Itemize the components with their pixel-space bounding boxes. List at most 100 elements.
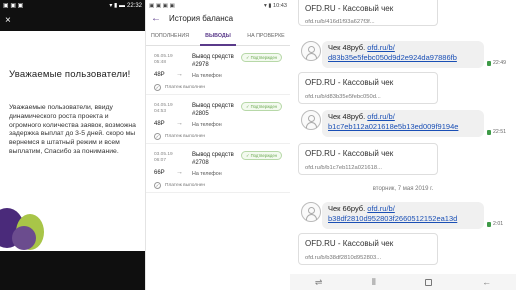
message-link[interactable]: ofd.ru/b/ bbox=[367, 204, 395, 213]
message-text: Чек 48руб. ofd.ru/b/d83b35e5febc050d9d2e… bbox=[328, 43, 457, 63]
avatar-head bbox=[308, 46, 315, 53]
status-badge-label: Подтвержден bbox=[250, 153, 277, 158]
message-link[interactable]: b1c7eb112a021618e5b13ed009f9194e bbox=[328, 122, 458, 131]
status-badge: ✓ Подтвержден bbox=[240, 151, 282, 160]
day-separator: вторник, 7 мая 2019 г. bbox=[372, 186, 434, 192]
operation-destination: На телефон bbox=[192, 72, 222, 79]
sim-icon bbox=[487, 60, 491, 66]
link-preview-card[interactable]: OFD.RU - Кассовый чек ofd.ru/b/b38df2810… bbox=[298, 233, 438, 265]
tab-deposits[interactable]: ПОПОЛНЕНИЯ bbox=[146, 33, 194, 45]
check-circle-icon: ✓ bbox=[154, 84, 161, 91]
status-badge-label: Подтвержден bbox=[250, 104, 277, 109]
operation-datetime: 06.05.19 05:48 bbox=[154, 54, 173, 66]
status-left-icons: ▣ ▣ ▣ bbox=[3, 3, 24, 9]
payment-status-text: Платеж выполнен bbox=[165, 85, 206, 90]
link-preview-card[interactable]: OFD.RU - Кассовый чек ofd.ru/b/416d1f93a… bbox=[298, 0, 438, 26]
message-prefix: Чек 48руб. bbox=[328, 112, 366, 121]
avatar-body bbox=[306, 214, 317, 220]
message-link[interactable]: ofd.ru/b/ bbox=[367, 43, 395, 52]
operation-row[interactable]: 04.05.19 04:53 Вывод средств #2805 ✓ Подтв… bbox=[146, 95, 290, 144]
link-preview-url: ofd.ru/b/b1c7eb112a021618... bbox=[305, 165, 382, 171]
operation-title: Вывод средств #2708 bbox=[192, 152, 234, 167]
message-text: Чек 48руб. ofd.ru/b/b1c7eb112a021618e5b1… bbox=[328, 112, 458, 132]
check-circle-icon: ✓ bbox=[154, 133, 161, 140]
operation-name: Вывод средств bbox=[192, 54, 234, 60]
announcement-title: Уважаемые пользователи! bbox=[9, 69, 131, 80]
close-icon[interactable]: × bbox=[5, 16, 11, 26]
check-circle-icon: ✓ bbox=[154, 182, 161, 189]
message-time-text: 22:51 bbox=[493, 129, 506, 135]
operation-name: Вывод средств bbox=[192, 152, 234, 158]
screenshot-collage: ▣ ▣ ▣ ▾ ▮ ▬ 22:32 × Уважаемые пользовате… bbox=[0, 0, 516, 290]
recent-apps-icon[interactable]: ⫴ bbox=[372, 277, 376, 288]
operation-date: 04.05.19 bbox=[154, 103, 173, 108]
operation-number: #2805 bbox=[192, 110, 209, 117]
operation-time: 06:07 bbox=[154, 158, 167, 163]
link-preview-title: OFD.RU - Кассовый чек bbox=[305, 78, 394, 87]
arrow-right-icon: → bbox=[176, 120, 183, 127]
back-arrow-icon[interactable]: ← bbox=[151, 13, 161, 24]
operation-amount: 66Р bbox=[154, 170, 165, 176]
message-prefix: Чек 48руб. bbox=[328, 43, 366, 52]
avatar bbox=[301, 202, 321, 222]
operation-datetime: 04.05.19 04:53 bbox=[154, 103, 173, 115]
operation-row[interactable]: 03.05.19 06:07 Вывод средств #2708 ✓ Подтв… bbox=[146, 144, 290, 193]
message-link[interactable]: d83b35e5febc050d9d2e924da97886fb bbox=[328, 53, 457, 62]
message-link[interactable]: ofd.ru/b/ bbox=[367, 112, 395, 121]
back-icon[interactable]: ← bbox=[482, 277, 491, 287]
arrow-right-icon: → bbox=[176, 71, 183, 78]
message-link[interactable]: b38df2810d952803f2660512152ea13d bbox=[328, 214, 457, 223]
balance-history-screen: ▣ ▣ ▣ ▣ ▾ ▮ 10:43 ← История баланса ПОПО… bbox=[145, 0, 290, 290]
sim-icon bbox=[487, 221, 491, 227]
avatar bbox=[301, 41, 321, 61]
bottom-dark-area bbox=[0, 251, 145, 290]
link-preview-card[interactable]: OFD.RU - Кассовый чек ofd.ru/b/b1c7eb112… bbox=[298, 143, 438, 175]
menu-icon[interactable]: ⇌ bbox=[315, 277, 323, 288]
status-bar: ▣ ▣ ▣ ▾ ▮ ▬ 22:32 bbox=[0, 0, 145, 11]
message-time: 22:51 bbox=[487, 129, 506, 135]
operation-title: Вывод средств #2978 bbox=[192, 54, 234, 69]
payment-status-text: Платеж выполнен bbox=[165, 134, 206, 139]
operation-amount: 48Р bbox=[154, 72, 165, 78]
avatar bbox=[301, 110, 321, 130]
avatar-body bbox=[306, 122, 317, 128]
status-badge-label: Подтвержден bbox=[250, 55, 277, 60]
avatar-head bbox=[308, 115, 315, 122]
tab-withdrawals[interactable]: ВЫВОДЫ bbox=[194, 33, 242, 46]
operation-name: Вывод средств bbox=[192, 103, 234, 109]
link-preview-url: ofd.ru/b/b38df2810d952803... bbox=[305, 255, 382, 261]
operation-time: 04:53 bbox=[154, 109, 167, 114]
decorative-blob-violet bbox=[12, 226, 36, 250]
message-time-text: 2:01 bbox=[493, 221, 504, 227]
operation-time: 05:48 bbox=[154, 60, 167, 65]
home-icon[interactable] bbox=[425, 278, 433, 286]
avatar-head bbox=[308, 207, 315, 214]
operation-row[interactable]: 06.05.19 05:48 Вывод средств #2978 ✓ Подтв… bbox=[146, 46, 290, 95]
page-title: История баланса bbox=[169, 14, 234, 23]
status-badge: ✓ Подтвержден bbox=[240, 53, 282, 62]
operation-destination: На телефон bbox=[192, 121, 222, 128]
message-text: Чек 66руб. ofd.ru/b/b38df2810d952803f266… bbox=[328, 204, 457, 224]
announcement-message: Уважаемые пользователи, ввиду динамическ… bbox=[9, 104, 136, 155]
link-preview-title: OFD.RU - Кассовый чек bbox=[305, 4, 394, 13]
payment-status: ✓ Платеж выполнен bbox=[154, 133, 205, 140]
avatar-body bbox=[306, 53, 317, 59]
app-bar: ← История баланса bbox=[146, 11, 290, 26]
link-preview-url: ofd.ru/b/d83b35e5febc050d... bbox=[305, 94, 381, 100]
top-bar: × bbox=[0, 11, 145, 31]
payment-status: ✓ Платеж выполнен bbox=[154, 182, 205, 189]
status-left-icons: ▣ ▣ ▣ ▣ bbox=[149, 2, 175, 9]
link-preview-title: OFD.RU - Кассовый чек bbox=[305, 149, 394, 158]
arrow-right-icon: → bbox=[176, 169, 183, 176]
operation-amount: 48Р bbox=[154, 121, 165, 127]
link-preview-card[interactable]: OFD.RU - Кассовый чек ofd.ru/b/d83b35e5f… bbox=[298, 72, 438, 104]
message-time: 2:01 bbox=[487, 221, 503, 227]
tab-pending[interactable]: НА ПРОВЕРКЕ bbox=[242, 33, 290, 45]
status-right: ▾ ▮ ▬ 22:32 bbox=[109, 2, 142, 10]
system-nav-bar: ⇌ ⫴ ← bbox=[290, 274, 516, 290]
operation-datetime: 03.05.19 06:07 bbox=[154, 152, 173, 164]
message-prefix: Чек 66руб. bbox=[328, 204, 366, 213]
payment-status: ✓ Платеж выполнен bbox=[154, 84, 205, 91]
message-list: OFD.RU - Кассовый чек ofd.ru/b/416d1f93a… bbox=[290, 0, 516, 274]
announcement-screen: ▣ ▣ ▣ ▾ ▮ ▬ 22:32 × Уважаемые пользовате… bbox=[0, 0, 145, 290]
